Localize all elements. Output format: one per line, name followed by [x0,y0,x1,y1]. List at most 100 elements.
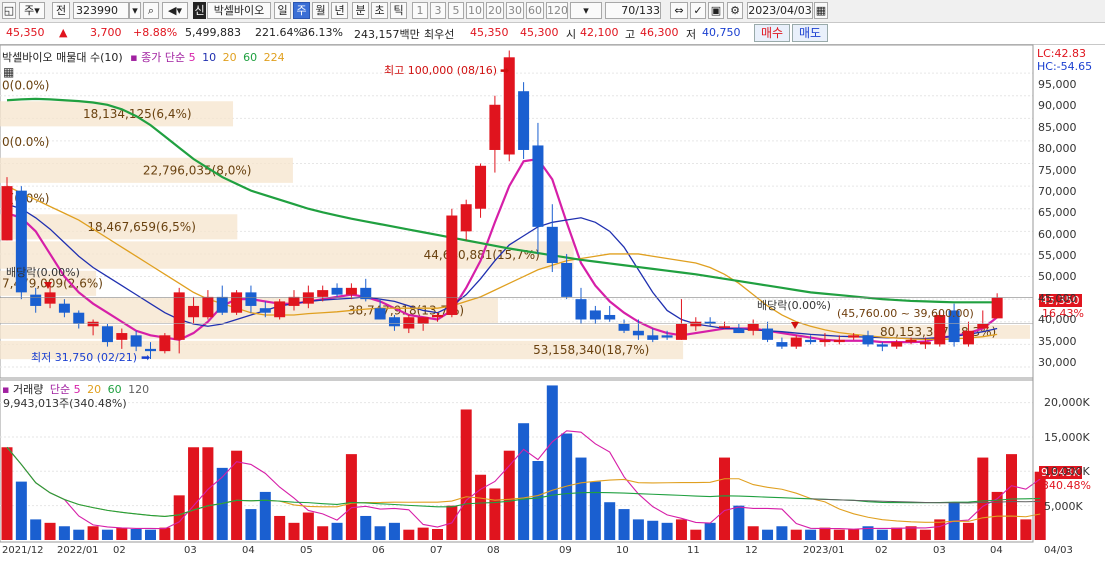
volume-profile-label: 0(0.0%) [2,79,49,93]
stock-chart[interactable]: 0(0.0%) 18,134,125(6,4%) 0(0.0%) 22,796,035… [0,0,1105,564]
candle-body [489,104,501,150]
ma-legend-10: 10 [202,51,217,64]
volume-bar [302,512,314,540]
candle-body [790,337,802,347]
candle-body [604,314,616,320]
y-tick: 75,000 [1038,164,1077,177]
volume-bar [87,526,99,540]
y-tick: 30,000 [1038,356,1077,369]
volume-bar [1020,519,1032,540]
dividend-label-2: 배당락(0.00%) [757,299,831,312]
candle-body [432,314,443,318]
candle-body [331,287,343,295]
y-tick: 80,000 [1038,142,1077,155]
candle-body [618,324,630,331]
candle-body [805,339,817,343]
x-label: 04 [990,545,1003,556]
candle-body [73,312,85,325]
candle-body [259,308,271,313]
volume-bar [489,488,501,540]
volume-bar [632,519,644,540]
volume-bar [30,519,42,540]
volume-profile-label: 18,467,659(6,5%) [87,220,196,234]
volume-bar [747,526,759,540]
volume-bar [790,529,802,540]
candle-body [762,328,774,340]
candle-body [130,335,142,347]
y-tick: 45,000 [1038,292,1077,305]
candle-body [977,324,989,329]
volume-bar [848,529,860,540]
volume-bar [374,526,386,540]
volume-panel-frame [0,379,1034,543]
volume-profile-label: 53,158,340(18,7%) [533,343,649,357]
candle-body [747,324,759,331]
candle-body [403,317,415,329]
volume-bar [704,522,716,540]
candle-body [632,330,644,336]
volume-bar [661,522,673,540]
candle-body [575,299,587,320]
x-label: 09 [559,545,572,556]
volume-profile-label: 18,134,125(6,4%) [83,107,192,121]
volume-bar [288,522,300,540]
x-label: 10 [616,545,629,556]
x-label: 02 [113,545,126,556]
ma-legend-5: 5 [188,51,196,64]
y-tick: 70,000 [1038,185,1077,198]
volume-profile-label: 22,796,035(8,0%) [143,163,252,177]
volume-bar [546,385,558,540]
volume-bar [919,529,931,540]
volume-bar [44,522,56,540]
x-label: 03 [933,545,946,556]
range-label: (45,760.00 ~ 39,600.00) [837,307,974,320]
volume-bar [518,423,530,540]
y-tick: 90,000 [1038,99,1077,112]
candle-body [216,296,228,313]
volume-profile-label: 0(0.0%) [2,135,49,149]
low-annotation-text: 최저 31,750 (02/21) [31,351,138,364]
candle-body [446,215,458,315]
candle-body [690,321,702,327]
volume-bar [432,529,443,540]
low-annotation: 최저 31,750 (02/21) ➡ [31,351,151,364]
volume-bar [876,529,888,540]
candle-body [30,294,42,306]
candle-body [159,335,171,352]
candle-body [675,324,687,340]
candle-body [518,91,530,150]
candle-body [101,326,113,343]
volume-bar [977,457,989,540]
volume-bar [116,527,128,540]
candle-body [87,321,99,327]
y-tick: 55,000 [1038,249,1077,262]
price-panel-legend: 박셀바이오 매물대 수(10) ▪ 종가 단순 5 10 20 60 224 [2,51,285,64]
x-label: 2023/01 [803,545,845,556]
x-label: 03 [184,545,197,556]
volume-bar [145,529,156,540]
candle-body [317,290,329,297]
volume-bar [58,526,70,540]
last-volume-pct-tag: 340.48% [1042,479,1091,492]
candle-body [862,335,874,345]
volume-bar [647,520,659,540]
candle-body [58,303,70,313]
candle-body [288,296,300,306]
candle-body [776,342,788,347]
volume-bar [719,457,730,540]
y-tick: 40,000 [1038,313,1077,326]
table-icon[interactable]: ▦ [3,65,14,79]
candle-body [848,335,860,338]
volume-bar [776,526,788,540]
volume-bar [274,515,286,540]
volume-bar [73,529,85,540]
high-annotation-text: 최고 100,000 (08/16) [384,64,498,77]
volume-bar [503,450,515,540]
volume-bar [101,529,113,540]
x-label: 04/03 [1044,545,1073,556]
candle-body [374,308,386,320]
volume-bar [532,461,544,540]
x-label: 12 [745,545,758,556]
volume-bar [1,447,13,540]
volume-y-tick: 5,000K [1044,500,1083,513]
